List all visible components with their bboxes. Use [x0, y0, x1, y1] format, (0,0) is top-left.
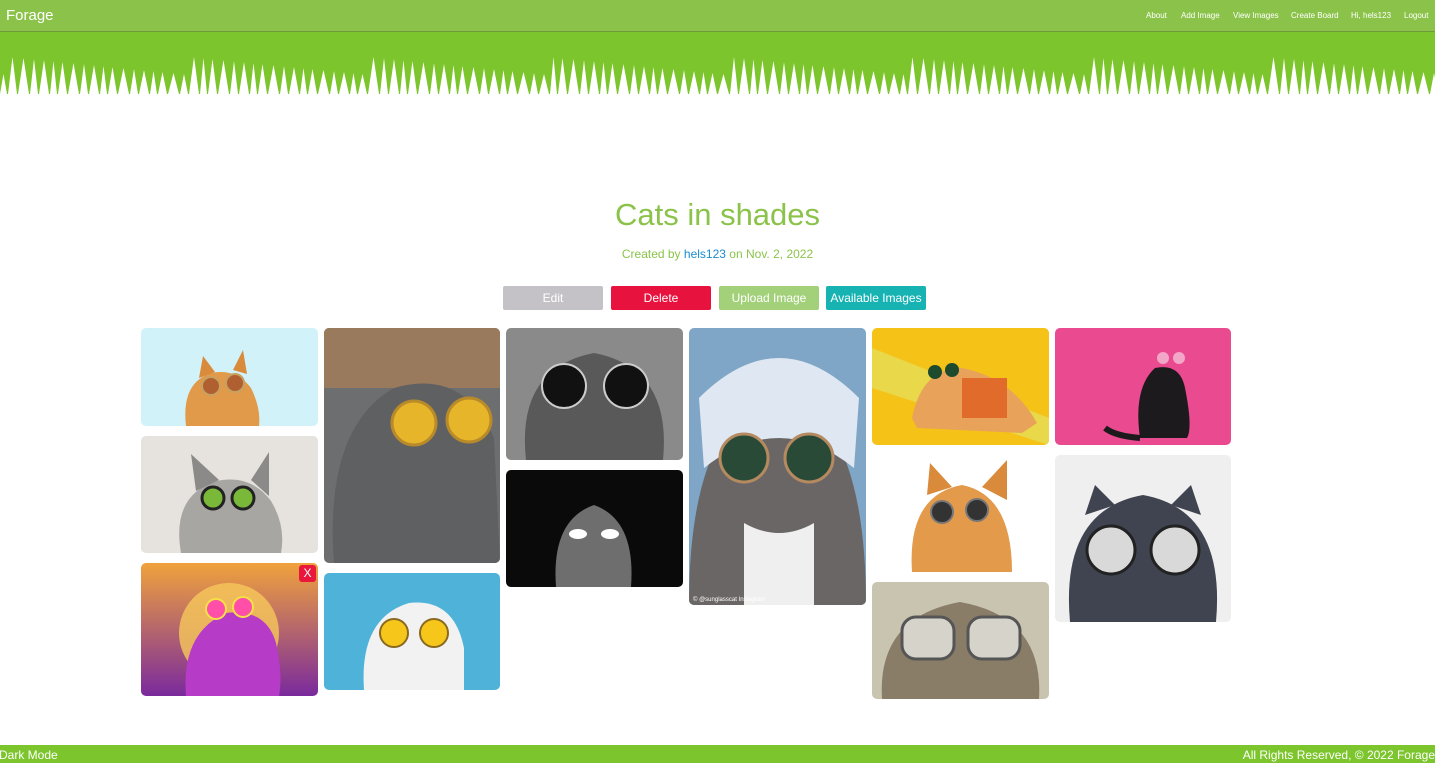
nav-add-image[interactable]: Add Image: [1181, 11, 1220, 20]
cat-photo: [689, 328, 866, 605]
image-tile[interactable]: [1055, 455, 1231, 622]
nav-logout[interactable]: Logout: [1404, 11, 1428, 20]
image-tile[interactable]: [1055, 328, 1231, 445]
image-tile[interactable]: [324, 573, 500, 690]
cat-photo: [506, 470, 683, 587]
created-date: on Nov. 2, 2022: [729, 247, 814, 261]
delete-button[interactable]: Delete: [611, 286, 711, 310]
cat-photo: [1055, 455, 1231, 622]
image-watermark: © @sunglasscat Instagram: [693, 597, 766, 603]
cat-photo: [872, 328, 1049, 445]
image-tile[interactable]: [506, 470, 683, 587]
image-tile[interactable]: X: [141, 563, 318, 696]
navbar: Forage About Add Image View Images Creat…: [0, 0, 1435, 32]
nav-create-board[interactable]: Create Board: [1291, 11, 1339, 20]
copyright-text: All Rights Reserved, © 2022 Forage: [1242, 748, 1435, 762]
cat-photo: [141, 328, 318, 426]
forest-silhouette: [0, 57, 1435, 110]
image-tile[interactable]: © @sunglasscat Instagram: [689, 328, 866, 605]
image-tile[interactable]: [141, 328, 318, 426]
cat-photo: [141, 436, 318, 553]
image-tile[interactable]: [872, 582, 1049, 699]
edit-button[interactable]: Edit: [503, 286, 603, 310]
nav-user-greeting[interactable]: Hi, hels123: [1351, 11, 1391, 20]
cat-photo: [1055, 328, 1231, 445]
cat-photo: [872, 582, 1049, 699]
nav-view-images[interactable]: View Images: [1233, 11, 1279, 20]
cat-photo: [141, 563, 318, 696]
image-tile[interactable]: [141, 436, 318, 553]
image-tile[interactable]: [872, 328, 1049, 445]
cat-photo: [324, 573, 500, 690]
board-title: Cats in shades: [614, 197, 821, 232]
cat-photo: [324, 328, 500, 563]
dark-mode-toggle[interactable]: Dark Mode: [0, 748, 58, 762]
image-tile[interactable]: [506, 328, 683, 460]
created-by-label: Created by: [621, 247, 681, 261]
available-images-button[interactable]: Available Images: [826, 286, 926, 310]
cat-photo: [872, 455, 1049, 572]
nav-about[interactable]: About: [1146, 11, 1167, 20]
image-tile[interactable]: [324, 328, 500, 563]
upload-image-button[interactable]: Upload Image: [719, 286, 819, 310]
board-subtitle: Created by hels123 on Nov. 2, 2022: [0, 247, 1435, 261]
hero-banner: [0, 32, 1435, 110]
footer: Dark Mode All Rights Reserved, © 2022 Fo…: [0, 745, 1435, 763]
brand-link[interactable]: Forage: [6, 7, 54, 24]
remove-image-button[interactable]: X: [299, 565, 316, 582]
creator-link[interactable]: hels123: [684, 247, 726, 261]
cat-photo: [506, 328, 683, 460]
image-tile[interactable]: [872, 455, 1049, 572]
